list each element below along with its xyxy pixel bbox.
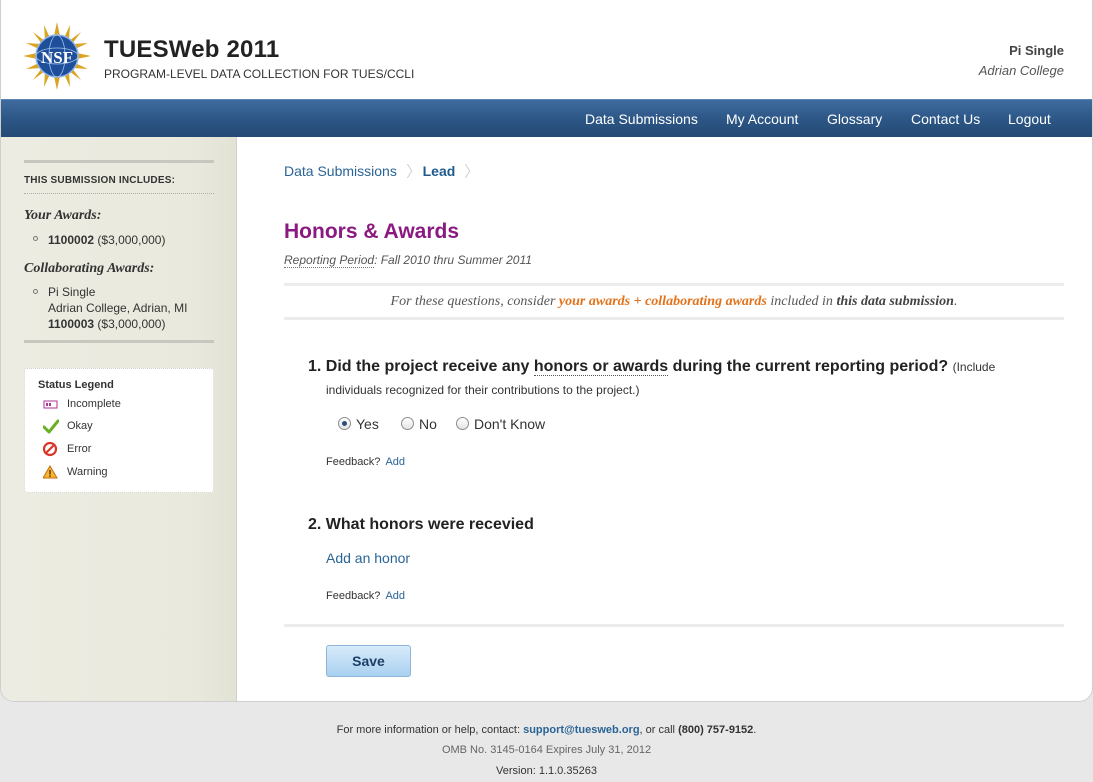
radio-label[interactable]: Yes <box>356 416 379 432</box>
legend-label: Error <box>67 443 92 455</box>
form-divider <box>284 624 1064 627</box>
question-note: (Include <box>952 360 996 374</box>
collaborating-awards-heading: Collaborating Awards: <box>24 261 155 276</box>
legend-label: Incomplete <box>67 398 121 410</box>
bullet-icon <box>33 236 38 241</box>
reporting-period-label: Reporting Period <box>284 253 375 268</box>
your-award-item: 1100002 ($3,000,000) <box>48 232 165 248</box>
warning-icon <box>43 465 58 479</box>
award-id: 1100002 <box>48 233 95 247</box>
question-text: during the current reporting period? <box>668 358 953 375</box>
feedback-add-link[interactable]: Add <box>385 590 405 602</box>
sidebar-rule <box>24 340 214 343</box>
nsf-logo: NSF <box>23 22 91 90</box>
status-legend: Status Legend Incomplete Okay Error Warn… <box>24 368 214 493</box>
award-amount: ($3,000,000) <box>97 317 166 331</box>
sidebar-title: THIS SUBMISSION INCLUDES: <box>24 175 176 186</box>
legend-label: Warning <box>67 466 108 478</box>
main-nav: Data Submissions My Account Glossary Con… <box>1 99 1092 137</box>
footer-contact: For more information or help, contact: s… <box>0 724 1093 736</box>
chevron-right-icon <box>406 164 412 178</box>
app-title: TUESWeb 2011 <box>104 36 280 63</box>
collab-location: Adrian College, Adrian, MI <box>48 301 188 315</box>
support-email-link[interactable]: support@tuesweb.org <box>523 724 639 736</box>
glossary-term[interactable]: honors or awards <box>533 358 669 376</box>
sidebar-divider <box>24 193 214 194</box>
footer: For more information or help, contact: s… <box>0 702 1093 782</box>
radio-button[interactable] <box>401 417 414 430</box>
legend-title: Status Legend <box>38 379 114 391</box>
nav-my-account[interactable]: My Account <box>726 111 798 127</box>
nav-contact-us[interactable]: Contact Us <box>911 111 980 127</box>
chevron-right-icon <box>465 164 471 178</box>
radio-label[interactable]: No <box>419 416 437 432</box>
breadcrumb: Data Submissions Lead <box>284 163 477 179</box>
user-organization: Adrian College <box>978 63 1064 78</box>
footer-text: . <box>753 724 757 736</box>
note-text: For these questions, consider <box>390 294 559 309</box>
sidebar: THIS SUBMISSION INCLUDES: Your Awards: 1… <box>1 137 237 701</box>
user-name: Pi Single <box>1009 43 1064 58</box>
reporting-period: Reporting Period: Fall 2010 thru Summer … <box>284 253 532 268</box>
feedback-label: Feedback? <box>326 456 381 468</box>
breadcrumb-data-submissions[interactable]: Data Submissions <box>284 163 397 179</box>
breadcrumb-current: Lead <box>422 163 456 179</box>
footer-omb: OMB No. 3145-0164 Expires July 31, 2012 <box>441 744 652 756</box>
add-honor-link[interactable]: Add an honor <box>326 550 410 566</box>
feedback-q2: Feedback? Add <box>326 590 405 602</box>
page-container: NSF TUESWeb 2011 PROGRAM-LEVEL DATA COLL… <box>0 0 1093 702</box>
collab-pi-name: Pi Single <box>48 285 96 299</box>
collaborating-award-item: Pi Single Adrian College, Adrian, MI 110… <box>48 284 187 332</box>
question-1: 1. Did the project receive any honors or… <box>308 358 995 376</box>
radio-button[interactable] <box>456 417 469 430</box>
feedback-add-link[interactable]: Add <box>385 456 405 468</box>
save-button[interactable]: Save <box>326 645 411 677</box>
footer-text: For more information or help, contact: <box>336 724 524 736</box>
question-1-note: individuals recognized for their contrib… <box>326 383 640 397</box>
nav-logout[interactable]: Logout <box>1008 111 1051 127</box>
note-text: included in <box>766 294 837 309</box>
footer-text: , or call <box>639 724 679 736</box>
feedback-label: Feedback? <box>326 590 381 602</box>
nav-glossary[interactable]: Glossary <box>827 111 882 127</box>
award-amount: ($3,000,000) <box>97 233 166 247</box>
radio-button[interactable] <box>338 417 351 430</box>
feedback-q1: Feedback? Add <box>326 456 405 468</box>
your-awards-heading: Your Awards: <box>24 208 102 223</box>
note-strong: this data submission <box>836 294 954 309</box>
reporting-period-value: : Fall 2010 thru Summer 2011 <box>374 253 532 267</box>
legend-label: Okay <box>67 420 93 432</box>
bullet-icon <box>33 289 38 294</box>
header: NSF TUESWeb 2011 PROGRAM-LEVEL DATA COLL… <box>1 0 1092 99</box>
note-text: . <box>953 294 958 309</box>
sidebar-rule <box>24 160 214 163</box>
logo-text: NSF <box>41 48 73 67</box>
question-text: 1. Did the project receive any <box>308 358 534 375</box>
question-2: 2. What honors were recevied <box>308 516 534 533</box>
error-icon <box>43 442 58 457</box>
page-title: Honors & Awards <box>284 220 460 243</box>
note-accent: your awards + collaborating awards <box>558 294 767 309</box>
footer-version: Version: 1.1.0.35263 <box>496 765 597 777</box>
instructions-note: For these questions, consider your award… <box>284 283 1064 320</box>
radio-label[interactable]: Don't Know <box>474 416 545 432</box>
app-subtitle: PROGRAM-LEVEL DATA COLLECTION FOR TUES/C… <box>104 67 415 81</box>
check-icon <box>43 419 59 434</box>
incomplete-icon <box>43 400 58 409</box>
support-phone: (800) 757-9152 <box>678 724 754 736</box>
award-id: 1100003 <box>48 317 95 331</box>
nav-data-submissions[interactable]: Data Submissions <box>585 111 698 127</box>
